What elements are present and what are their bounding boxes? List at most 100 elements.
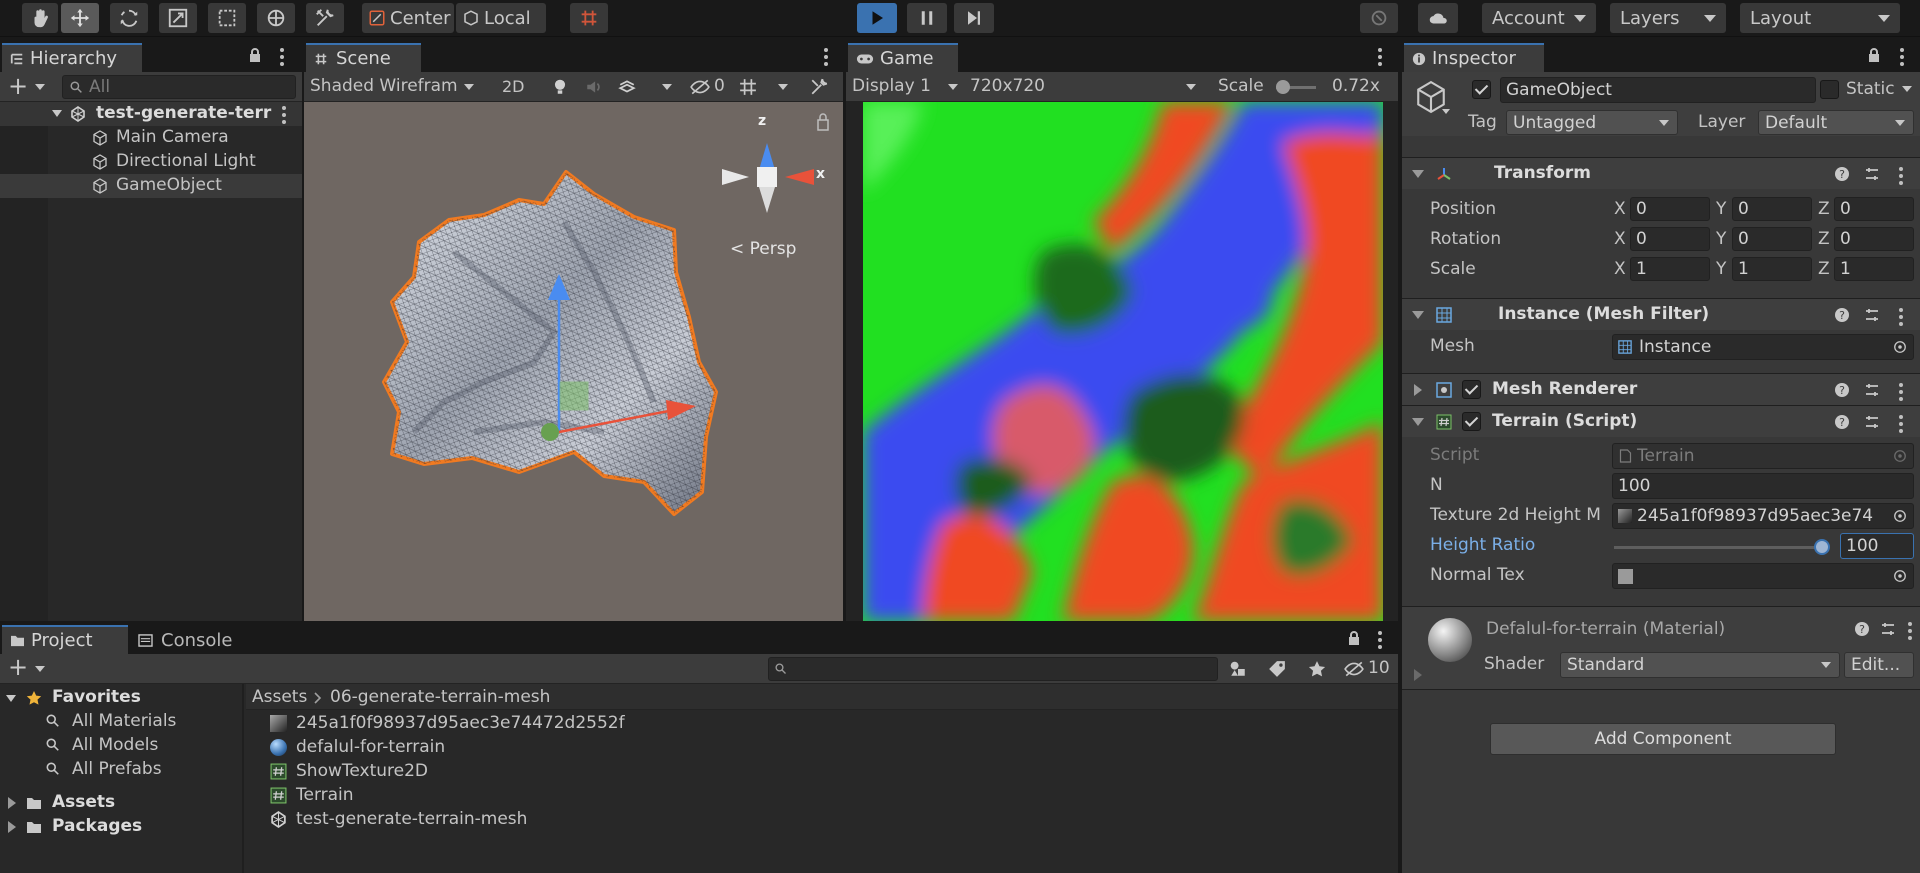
lock-icon[interactable] bbox=[1348, 631, 1360, 645]
lighting-icon[interactable] bbox=[551, 78, 569, 96]
hand-tool-button[interactable] bbox=[22, 3, 58, 33]
height-ratio-slider-handle[interactable] bbox=[1813, 539, 1830, 555]
tab-console[interactable]: Console bbox=[130, 625, 250, 654]
height-ratio-slider-track[interactable] bbox=[1614, 546, 1828, 549]
transform-tool-button[interactable] bbox=[257, 3, 295, 33]
scene-root-row[interactable]: test-generate-terr bbox=[0, 102, 302, 126]
custom-tool-button[interactable] bbox=[306, 3, 344, 33]
preset-icon[interactable] bbox=[1864, 166, 1880, 182]
material-menu-icon[interactable] bbox=[1908, 622, 1912, 640]
scene-menu-icon[interactable] bbox=[824, 48, 828, 66]
add-icon[interactable]: + bbox=[8, 653, 28, 681]
help-icon[interactable]: ? bbox=[1834, 382, 1850, 398]
position-y-input[interactable]: 0 bbox=[1732, 197, 1812, 221]
scale-z-input[interactable]: 1 bbox=[1834, 257, 1914, 281]
search-by-type-icon[interactable] bbox=[1228, 660, 1248, 678]
hierarchy-item[interactable]: Directional Light bbox=[0, 150, 302, 174]
game-render-normal-map[interactable] bbox=[863, 102, 1383, 621]
shader-dropdown[interactable]: Standard bbox=[1560, 652, 1840, 678]
expand-icon[interactable] bbox=[6, 695, 16, 702]
mesh-renderer-menu-icon[interactable] bbox=[1899, 383, 1903, 401]
scale-x-input[interactable]: 1 bbox=[1630, 257, 1710, 281]
mesh-filter-header[interactable]: Instance (Mesh Filter) ? bbox=[1402, 298, 1920, 330]
pause-button[interactable] bbox=[907, 3, 947, 33]
collapse-icon[interactable] bbox=[1412, 311, 1424, 319]
tag-dropdown[interactable]: Untagged bbox=[1506, 110, 1678, 135]
account-dropdown[interactable]: Account bbox=[1482, 3, 1596, 33]
game-menu-icon[interactable] bbox=[1378, 48, 1382, 66]
rect-tool-button[interactable] bbox=[208, 3, 246, 33]
object-name-input[interactable]: GameObject bbox=[1500, 77, 1816, 103]
list-item[interactable]: 245a1f0f98937d95aec3e74472d2552f bbox=[246, 712, 1398, 736]
resolution-dropdown[interactable]: 720x720 bbox=[970, 76, 1045, 96]
list-item[interactable]: Terrain bbox=[246, 784, 1398, 808]
help-icon[interactable]: ? bbox=[1834, 166, 1850, 182]
transform-menu-icon[interactable] bbox=[1899, 167, 1903, 185]
space-toggle-button[interactable]: Local bbox=[456, 3, 546, 33]
texture-object-field[interactable]: 245a1f0f98937d95aec3e74 bbox=[1612, 503, 1914, 529]
layout-dropdown[interactable]: Layout bbox=[1740, 3, 1900, 33]
object-picker-icon[interactable] bbox=[1893, 509, 1907, 523]
favorite-star-icon[interactable] bbox=[1308, 660, 1326, 678]
preset-icon[interactable] bbox=[1864, 307, 1880, 323]
object-picker-icon[interactable] bbox=[1893, 569, 1907, 583]
grid-toggle-icon[interactable] bbox=[738, 78, 758, 96]
mesh-filter-menu-icon[interactable] bbox=[1899, 308, 1903, 326]
tab-hierarchy[interactable]: Hierarchy bbox=[2, 43, 142, 72]
hidden-packages-icon[interactable] bbox=[1344, 660, 1364, 678]
persp-label[interactable]: < Persp bbox=[730, 239, 796, 259]
favorite-item[interactable]: All Materials bbox=[0, 710, 242, 734]
add-component-button[interactable]: Add Component bbox=[1490, 723, 1836, 755]
layer-dropdown[interactable]: Default bbox=[1758, 110, 1914, 135]
chevron-down-icon[interactable] bbox=[1442, 109, 1450, 114]
folder-item-packages[interactable]: Packages bbox=[0, 815, 242, 839]
terrain-script-header[interactable]: Terrain (Script) ? bbox=[1402, 405, 1920, 437]
rotate-tool-button[interactable] bbox=[110, 3, 148, 33]
tools-icon[interactable] bbox=[809, 78, 829, 96]
scale-tool-button[interactable] bbox=[159, 3, 197, 33]
scale-y-input[interactable]: 1 bbox=[1732, 257, 1812, 281]
transform-header[interactable]: Transform ? bbox=[1402, 157, 1920, 189]
preset-icon[interactable] bbox=[1880, 621, 1896, 637]
project-menu-icon[interactable] bbox=[1378, 631, 1382, 649]
preset-icon[interactable] bbox=[1864, 414, 1880, 430]
tab-game[interactable]: Game bbox=[848, 43, 958, 72]
expand-icon[interactable] bbox=[52, 110, 62, 117]
draw-mode-dropdown[interactable]: Shaded Wirefram bbox=[310, 76, 458, 96]
hierarchy-item[interactable]: Main Camera bbox=[0, 126, 302, 150]
expand-icon[interactable] bbox=[8, 797, 16, 809]
mesh-renderer-header[interactable]: Mesh Renderer ? bbox=[1402, 373, 1920, 405]
hierarchy-menu-icon[interactable] bbox=[280, 48, 284, 66]
audio-icon[interactable] bbox=[585, 78, 603, 96]
list-item[interactable]: ShowTexture2D bbox=[246, 760, 1398, 784]
static-checkbox[interactable] bbox=[1820, 80, 1839, 99]
chevron-down-icon[interactable] bbox=[35, 84, 45, 90]
chevron-down-icon[interactable] bbox=[35, 666, 45, 672]
layers-dropdown[interactable]: Layers bbox=[1610, 3, 1726, 33]
add-icon[interactable]: + bbox=[8, 72, 28, 100]
folder-item-assets[interactable]: Assets bbox=[0, 791, 242, 815]
collapse-icon[interactable] bbox=[1412, 170, 1424, 178]
tab-scene[interactable]: Scene bbox=[306, 43, 421, 72]
rotation-x-input[interactable]: 0 bbox=[1630, 227, 1710, 251]
help-icon[interactable]: ? bbox=[1854, 621, 1870, 637]
lock-icon[interactable] bbox=[249, 48, 261, 62]
rotation-z-input[interactable]: 0 bbox=[1834, 227, 1914, 251]
chevron-down-icon[interactable] bbox=[1186, 84, 1196, 90]
favorite-item[interactable]: All Models bbox=[0, 734, 242, 758]
terrain-enabled-checkbox[interactable] bbox=[1462, 412, 1481, 431]
chevron-down-icon[interactable] bbox=[662, 84, 672, 90]
expand-icon[interactable] bbox=[1414, 669, 1422, 681]
mesh-renderer-enabled-checkbox[interactable] bbox=[1462, 380, 1481, 399]
material-sphere-icon[interactable] bbox=[1428, 618, 1472, 662]
collapse-icon[interactable] bbox=[1412, 418, 1424, 426]
normal-tex-object-field[interactable] bbox=[1612, 563, 1914, 589]
lock-icon[interactable] bbox=[1868, 48, 1880, 62]
hierarchy-search-input[interactable]: All bbox=[62, 75, 296, 99]
expand-icon[interactable] bbox=[8, 821, 16, 833]
n-input[interactable]: 100 bbox=[1612, 473, 1914, 499]
list-item[interactable]: test-generate-terrain-mesh bbox=[246, 808, 1398, 832]
favorites-label[interactable]: Favorites bbox=[52, 687, 141, 707]
hidden-objects-icon[interactable] bbox=[690, 78, 710, 96]
list-item[interactable]: defalul-for-terrain bbox=[246, 736, 1398, 760]
